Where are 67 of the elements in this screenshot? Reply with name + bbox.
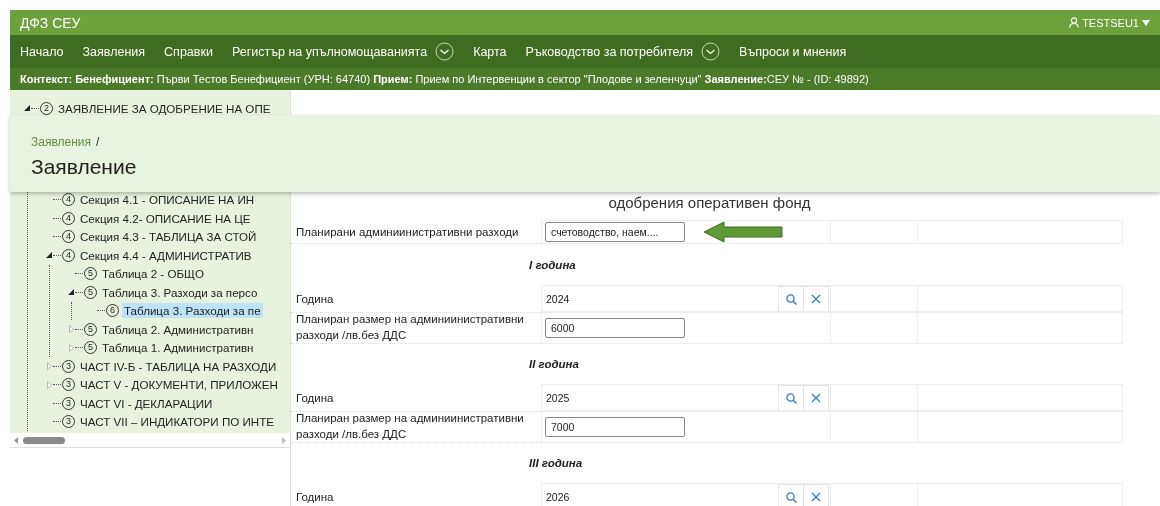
tree-item[interactable]: Таблица 3. Разходи за пе	[122, 303, 263, 319]
form-heading: одобрения оперативен фонд	[607, 194, 812, 213]
context-text: Контекст: Бенефициент: Първи Тестов Бенефициент (УРН: 64740) Прием: Прием по Интервенции в сектор "Плодове и зеленчуци" Заявление:СЕУ № - (ID: 49892)	[20, 73, 869, 85]
field-label: Година	[296, 489, 334, 505]
breadcrumb-separator: /	[96, 135, 100, 149]
section-title: I година	[528, 257, 577, 273]
tree-item[interactable]: ЧАСТ VII – ИНДИКАТОРИ ПО ИНТЕ	[78, 414, 276, 430]
section-title: III година	[528, 455, 584, 471]
search-button[interactable]	[778, 286, 804, 312]
chevron-icon[interactable]	[701, 42, 721, 61]
year-value: 2026	[545, 491, 571, 503]
tree-item[interactable]: Таблица 1. Административн	[100, 340, 256, 356]
year-value: 2024	[545, 293, 571, 305]
clear-button[interactable]	[803, 385, 829, 411]
field-label: Планиран размер на админиинистративни разходи /лв.без ДДС	[296, 411, 525, 442]
nav-link[interactable]: Карта	[473, 44, 507, 59]
section-title: II година	[528, 356, 580, 372]
scroll-right-icon[interactable]	[282, 436, 286, 444]
caret-icon[interactable]	[1142, 19, 1150, 26]
clear-button[interactable]	[803, 286, 829, 312]
tree-item[interactable]: ЧАСТ V - ДОКУМЕНТИ, ПРИЛОЖЕН	[78, 377, 280, 393]
field-label: Година	[296, 390, 334, 406]
close-icon	[811, 492, 821, 502]
collapsed-icon[interactable]	[46, 362, 52, 371]
close-icon	[811, 393, 821, 403]
app-title: ДФЗ СЕУ	[20, 14, 81, 31]
tree-item[interactable]: Таблица 3. Разходи за персо	[100, 284, 260, 300]
user-icon	[1069, 17, 1080, 28]
expanded-icon[interactable]	[24, 105, 30, 112]
search-icon	[785, 491, 797, 503]
scrollbar-thumb[interactable]	[23, 436, 65, 444]
clear-button[interactable]	[803, 484, 829, 506]
chevron-icon[interactable]	[435, 42, 455, 61]
tree-item[interactable]: Секция 4.3 - ТАБЛИЦА ЗА СТОЙ	[78, 229, 259, 245]
field-label: Планиран размер на админиинистративни разходи /лв.без ДДС	[296, 312, 525, 343]
scroll-left-icon[interactable]	[14, 436, 18, 444]
page-title: Заявление	[31, 155, 138, 179]
nav-link[interactable]: Справки	[164, 44, 213, 59]
search-button[interactable]	[778, 385, 804, 411]
field-label: Планирани админиинистративни разходи	[296, 224, 519, 240]
collapsed-icon[interactable]	[68, 343, 74, 352]
nav-link[interactable]: Начало	[20, 44, 64, 59]
search-icon	[785, 392, 797, 404]
expanded-icon[interactable]	[68, 289, 74, 296]
collapsed-icon[interactable]	[68, 325, 74, 334]
nav-link[interactable]: Ръководство за потребителя	[525, 44, 694, 59]
tree-item[interactable]: Таблица 2. Административн	[100, 321, 256, 337]
expanded-icon[interactable]	[46, 252, 52, 259]
input-field[interactable]: 7000	[545, 416, 685, 437]
tree-item[interactable]: Секция 4.2- ОПИСАНИЕ НА ЦЕ	[78, 210, 253, 226]
tree-item[interactable]: Секция 4.4 - АДМИНИСТРАТИВ	[78, 247, 254, 263]
collapsed-icon[interactable]	[46, 380, 52, 389]
input-field[interactable]: 6000	[545, 317, 685, 338]
tree-item[interactable]: Таблица 2 - ОБЩО	[100, 266, 206, 282]
close-icon	[811, 294, 821, 304]
nav-link[interactable]: Регистър на упълномощаванията	[231, 44, 428, 59]
nav-link[interactable]: Заявления	[82, 44, 146, 59]
tree-item[interactable]: ЗАЯВЛЕНИЕ ЗА ОДОБРЕНИЕ НА ОПЕ	[56, 100, 273, 116]
field-label: Година	[296, 291, 334, 307]
tree-item[interactable]: Секция 4.1 - ОПИСАНИЕ НА ИН	[78, 192, 257, 208]
tree-item[interactable]: ЧАСТ VI - ДЕКЛАРАЦИИ	[78, 395, 215, 411]
year-value: 2025	[545, 392, 571, 404]
input-field[interactable]: счетоводство, наем....	[545, 222, 685, 242]
nav-link[interactable]: Въпроси и мнения	[739, 44, 847, 59]
search-button[interactable]	[778, 484, 804, 506]
tree-item[interactable]: ЧАСТ IV-Б - ТАБЛИЦА НА РАЗХОДИ	[78, 358, 279, 374]
search-icon	[785, 293, 797, 305]
